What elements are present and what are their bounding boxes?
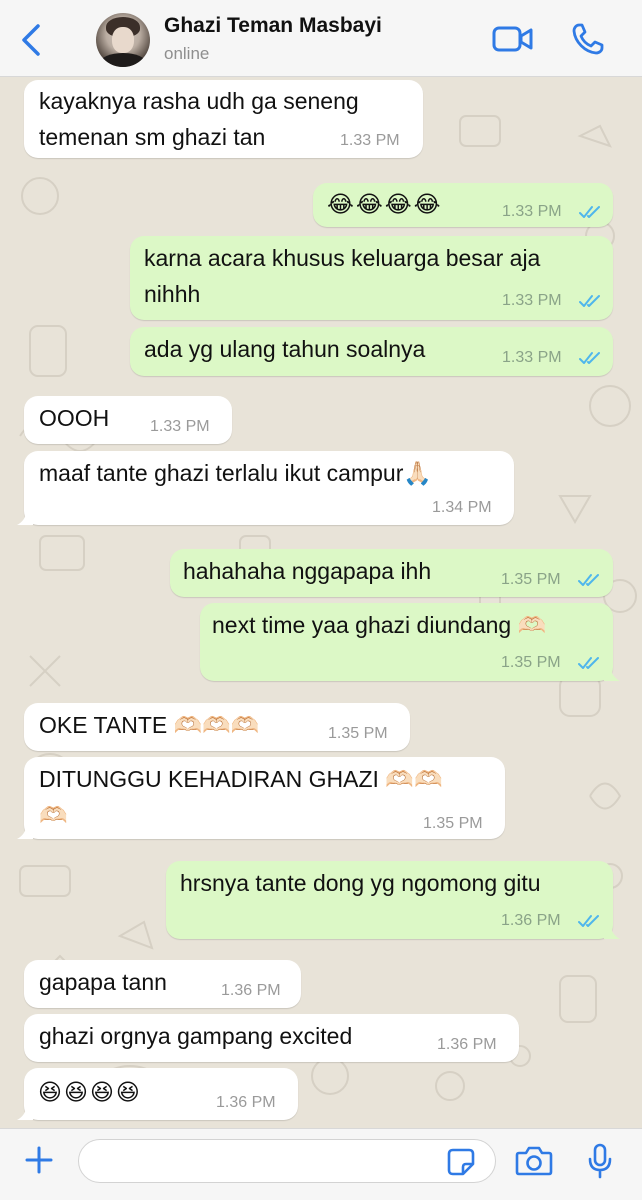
bubble-tail (17, 1106, 33, 1120)
message-bubble-incoming[interactable]: maaf tante ghazi terlalu ikut campur🙏🏻 1… (17, 451, 514, 525)
message-time: 1.33 PM (502, 349, 562, 366)
avatar[interactable] (96, 13, 150, 67)
plus-icon (25, 1146, 53, 1174)
camera-icon (515, 1146, 553, 1176)
microphone-button[interactable] (580, 1139, 620, 1183)
read-receipt-icon (579, 352, 600, 364)
chevron-left-icon (22, 24, 40, 56)
message-time: 1.35 PM (328, 725, 388, 742)
microphone-icon (588, 1143, 612, 1179)
message-text: next time yaa ghazi diundang 🫶🏻 (212, 612, 547, 638)
message-input[interactable] (78, 1139, 496, 1183)
message-time: 1.33 PM (502, 292, 562, 309)
message-text: 😆😆😆😆 (38, 1079, 142, 1105)
message-text: hahahaha nggapapa ihh (183, 558, 432, 584)
message-text: ada yg ulang tahun soalnya (144, 336, 426, 362)
message-bubble-incoming[interactable]: 😆😆😆😆 1.36 PM (17, 1068, 298, 1120)
message-bubble-outgoing[interactable]: karna acara khusus keluarga besar aja ni… (130, 236, 613, 320)
message-time: 1.36 PM (221, 982, 281, 999)
message-bubble-outgoing[interactable]: hahahaha nggapapa ihh 1.35 PM (170, 549, 613, 597)
sticker-button[interactable] (444, 1145, 478, 1179)
message-bubble-outgoing[interactable]: next time yaa ghazi diundang 🫶🏻 1.35 PM (200, 603, 620, 681)
message-bubble-incoming[interactable]: gapapa tann 1.36 PM (24, 960, 301, 1008)
chat-header: Ghazi Teman Masbayi online (0, 0, 642, 77)
sticker-icon (447, 1148, 475, 1176)
video-camera-icon (492, 26, 533, 52)
message-time: 1.33 PM (502, 203, 562, 220)
message-text: OKE TANTE 🫶🏻🫶🏻🫶🏻 (39, 712, 260, 738)
message-time: 1.33 PM (340, 132, 400, 149)
voice-call-button[interactable] (566, 18, 610, 60)
bubble-tail (17, 511, 33, 525)
message-text: OOOH (39, 405, 110, 431)
message-time: 1.36 PM (501, 912, 561, 929)
read-receipt-icon (578, 915, 599, 927)
message-bubble-outgoing[interactable]: hrsnya tante dong yg ngomong gitu 1.36 P… (166, 861, 620, 939)
message-bubble-incoming[interactable]: ghazi orgnya gampang excited 1.36 PM (24, 1014, 519, 1062)
message-bubble-incoming[interactable]: DITUNGGU KEHADIRAN GHAZI 🫶🏻🫶🏻 🫶🏻 1.35 PM (17, 757, 505, 839)
message-text: 😂😂😂😂 (327, 191, 443, 217)
message-time: 1.35 PM (501, 654, 561, 671)
message-text: ghazi orgnya gampang excited (39, 1023, 353, 1049)
attach-button[interactable] (18, 1139, 60, 1181)
phone-icon (572, 23, 604, 55)
back-button[interactable] (14, 20, 48, 60)
message-bubble-outgoing[interactable]: ada yg ulang tahun soalnya 1.33 PM (130, 327, 613, 376)
message-text: gapapa tann (39, 969, 167, 995)
read-receipt-icon (579, 295, 600, 307)
contact-name[interactable]: Ghazi Teman Masbayi (164, 14, 382, 38)
message-time: 1.34 PM (432, 499, 492, 516)
camera-button[interactable] (512, 1141, 556, 1181)
message-time: 1.35 PM (501, 571, 561, 588)
message-text: karna acara khusus keluarga besar aja ni… (144, 245, 541, 307)
bubble-tail (604, 667, 620, 681)
bubble-tail (17, 825, 33, 839)
message-text: hrsnya tante dong yg ngomong gitu (180, 870, 541, 896)
contact-status: online (164, 44, 210, 63)
message-text: DITUNGGU KEHADIRAN GHAZI 🫶🏻🫶🏻 🫶🏻 (39, 766, 443, 828)
video-call-button[interactable] (490, 20, 536, 58)
message-text: kayaknya rasha udh ga seneng temenan sm … (39, 88, 359, 150)
message-bubble-incoming[interactable]: kayaknya rasha udh ga seneng temenan sm … (24, 80, 423, 158)
message-time: 1.33 PM (150, 418, 210, 435)
message-time: 1.36 PM (437, 1036, 497, 1053)
read-receipt-icon (579, 206, 600, 218)
message-bubble-outgoing[interactable]: 😂😂😂😂 1.33 PM (313, 183, 613, 227)
bubble-tail (604, 925, 620, 939)
message-time: 1.35 PM (423, 815, 483, 832)
message-composer (0, 1128, 642, 1200)
message-bubble-incoming[interactable]: OKE TANTE 🫶🏻🫶🏻🫶🏻 1.35 PM (24, 703, 410, 751)
message-bubble-incoming[interactable]: OOOH 1.33 PM (24, 396, 232, 444)
message-text: maaf tante ghazi terlalu ikut campur🙏🏻 (39, 460, 432, 486)
message-time: 1.36 PM (216, 1094, 276, 1111)
read-receipt-icon (578, 574, 599, 586)
read-receipt-icon (578, 657, 599, 669)
